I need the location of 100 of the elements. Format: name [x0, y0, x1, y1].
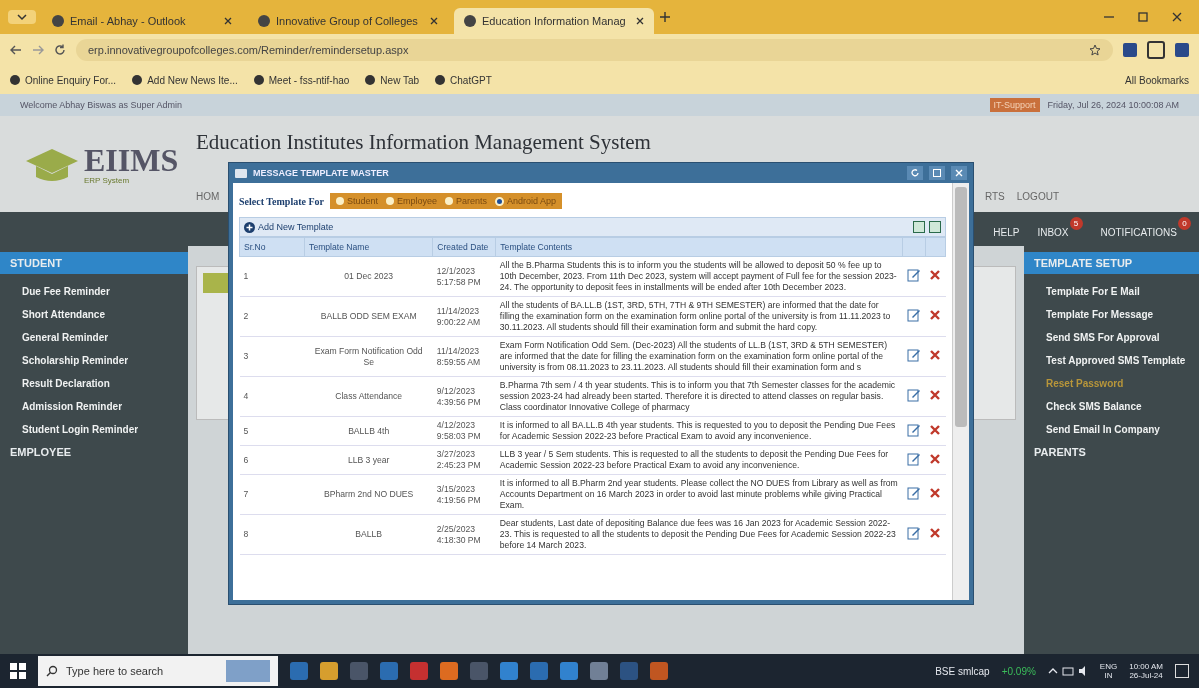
bookmark-link[interactable]: ChatGPT: [435, 74, 492, 86]
window-icon: [235, 168, 247, 178]
column-header[interactable]: Created Date: [432, 237, 496, 257]
sidebar-link[interactable]: Check SMS Balance: [1024, 395, 1199, 418]
sidebar-link[interactable]: General Reminder: [0, 326, 188, 349]
dialog-title: MESSAGE TEMPLATE MASTER: [253, 168, 389, 178]
reload-icon[interactable]: [54, 44, 66, 56]
clock-time[interactable]: 10:00 AM: [1129, 662, 1163, 671]
chevron-down-icon[interactable]: [8, 10, 36, 24]
tab-title: Innovative Group of Colleges: [276, 15, 419, 27]
search-field[interactable]: Type here to search: [38, 656, 278, 686]
browser-tab[interactable]: Innovative Group of Colleges: [248, 8, 448, 34]
close-icon[interactable]: [224, 17, 232, 25]
back-icon[interactable]: [10, 45, 22, 55]
table-cell: 7: [239, 474, 305, 515]
table-cell: 11/14/2023 8:59:55 AM: [432, 336, 496, 377]
table-cell: B.Pharma 7th sem / 4 th year students. This is to inform you that 7th Semester classes for the academic session 2023-24 had already been started. Therefore it is directed to attend classes on regular basis. Class coordinator Innovative College of pharmacy: [495, 376, 903, 417]
start-icon[interactable]: [10, 663, 26, 679]
table-cell: 2/25/2023 4:18:30 PM: [432, 514, 496, 555]
bookmark-link[interactable]: New Tab: [365, 74, 420, 86]
column-header[interactable]: Sr.No: [239, 237, 305, 257]
edit-icon[interactable]: [906, 422, 921, 437]
stock-change: +0.09%: [1001, 665, 1036, 677]
table-cell: Exam Form Notification Odd Sem. (Dec-2023) All the students of LL.B (1ST, 3RD & 5TH SEMESTER) are informed that the date for filling the examination form on the examination form online portal of the university is from 08.11.2023 to 23.11.2023. All students should fill their examination form and s: [495, 336, 903, 377]
table-cell: 3: [239, 336, 305, 377]
close-icon[interactable]: [430, 17, 438, 25]
nav-link[interactable]: HOM: [196, 191, 220, 202]
toolbar-button[interactable]: [203, 273, 229, 293]
clock-date: 26-Jul-24: [1129, 671, 1163, 680]
nav-link[interactable]: RTS: [984, 191, 1005, 202]
sidebar-link[interactable]: Admission Reminder: [0, 395, 188, 418]
table-cell: BALLB: [304, 514, 433, 555]
menu-link[interactable]: INBOX: [1037, 220, 1069, 238]
system-tray-icons[interactable]: [1047, 665, 1088, 677]
section-header[interactable]: PARENTS: [1024, 441, 1199, 463]
bookmark-link[interactable]: Online Enquiry For...: [10, 74, 117, 86]
sidebar-link[interactable]: Template For Message: [1024, 303, 1199, 326]
bookmark-link[interactable]: Meet - fss-ntif-hao: [253, 74, 350, 86]
column-header[interactable]: Template Contents: [495, 237, 903, 257]
table-cell: 5: [239, 416, 305, 446]
table-cell: LLB 3 year: [304, 445, 433, 475]
stock-name: BSE smlcap: [935, 665, 990, 677]
edit-icon[interactable]: [906, 348, 921, 362]
sidebar-link[interactable]: Test Approved SMS Template: [1024, 349, 1199, 372]
delete-icon[interactable]: [930, 453, 941, 464]
table-cell: 3/15/2023 4:19:56 PM: [432, 474, 496, 515]
bookmark-link[interactable]: Add New News Ite...: [132, 74, 238, 86]
delete-icon[interactable]: [930, 310, 941, 320]
edit-icon[interactable]: [906, 388, 921, 402]
logo-subtitle: ERP System: [84, 176, 131, 185]
delete-icon[interactable]: [930, 488, 941, 498]
sidebar-link[interactable]: Send Email In Company: [1024, 418, 1199, 441]
delete-icon[interactable]: [930, 350, 941, 360]
sidebar-link[interactable]: Student Login Reminder: [0, 418, 188, 441]
star-icon[interactable]: [1089, 44, 1101, 56]
table-cell: It is informed to all B.Pharm 2nd year students. Please collect the NO DUES from Library as well as from Accounts Department on 16 March 2023 in order to avoid last minute problems while giving Practical Exam.: [495, 474, 903, 515]
add-button[interactable]: Add New Template: [244, 221, 334, 233]
notification-icon[interactable]: [1175, 664, 1189, 678]
sidebar-link[interactable]: Short Attendance: [0, 303, 188, 326]
table-cell: 3/27/2023 2:45:23 PM: [432, 445, 496, 475]
language-text[interactable]: ENG: [1099, 662, 1118, 671]
section-header[interactable]: EMPLOYEE: [0, 441, 188, 463]
close-icon[interactable]: [636, 17, 644, 25]
sidebar-link[interactable]: Due Fee Reminder: [0, 280, 188, 303]
browser-tab[interactable]: Education Information Manag: [454, 8, 654, 34]
sidebar-link[interactable]: Template For E Mail: [1024, 280, 1199, 303]
sidebar-link[interactable]: Scholarship Reminder: [0, 349, 188, 372]
column-header[interactable]: Template Name: [304, 237, 433, 257]
delete-icon[interactable]: [930, 528, 941, 538]
edit-icon[interactable]: [906, 526, 921, 540]
count-badge: 0: [1178, 216, 1191, 230]
delete-icon[interactable]: [930, 390, 941, 400]
delete-icon[interactable]: [930, 270, 941, 280]
nav-link[interactable]: LOGOUT: [1016, 191, 1059, 202]
table-cell: Dear students, Last date of depositing Balance due fees was 16 Jan 2023 for Academic Session 2022-23. This is requested to all the students to deposit the Pending Due Fees for Academic Session 2022-23 before 14 March 2023.: [495, 514, 903, 555]
browser-tab[interactable]: Email - Abhay - Outlook: [42, 8, 242, 34]
edit-icon[interactable]: [906, 451, 921, 466]
menu-link[interactable]: HELP: [993, 220, 1020, 238]
table-cell: 6: [239, 445, 305, 475]
search-highlight-picture: [226, 660, 270, 682]
plus-circle-icon: [244, 221, 255, 233]
table-cell: 1: [239, 256, 305, 297]
logo-text: EIIMS: [84, 144, 179, 176]
menu-link[interactable]: NOTIFICATIONS: [1100, 220, 1177, 238]
bookmark-link[interactable]: All Bookmarks: [1125, 74, 1189, 86]
table-cell: LLB 3 year / 5 Sem students. This is requested to all the students to deposit the Pending Due Fees for Academic Session 2022-23 before Practical Exam to avoid any inconvenience.: [495, 445, 903, 475]
tab-title: Email - Abhay - Outlook: [70, 15, 187, 27]
scrollbar[interactable]: [952, 183, 969, 600]
table-cell: 01 Dec 2023: [304, 256, 433, 297]
plus-icon[interactable]: [660, 12, 670, 22]
table-cell: 12/1/2023 5:17:58 PM: [432, 256, 496, 297]
sidebar-link[interactable]: Send SMS For Approval: [1024, 326, 1199, 349]
table-cell: BPharm 2nd NO DUES: [304, 474, 433, 515]
delete-icon[interactable]: [930, 424, 941, 435]
table-cell: 4: [239, 376, 305, 417]
edit-icon[interactable]: [906, 268, 921, 282]
address-field[interactable]: erp.innovativegroupofcolleges.com/Reminder/remindersetup.aspx: [76, 39, 1113, 61]
sidebar-link[interactable]: Result Declaration: [0, 372, 188, 395]
edit-icon[interactable]: [906, 308, 921, 322]
edit-icon[interactable]: [906, 486, 921, 500]
